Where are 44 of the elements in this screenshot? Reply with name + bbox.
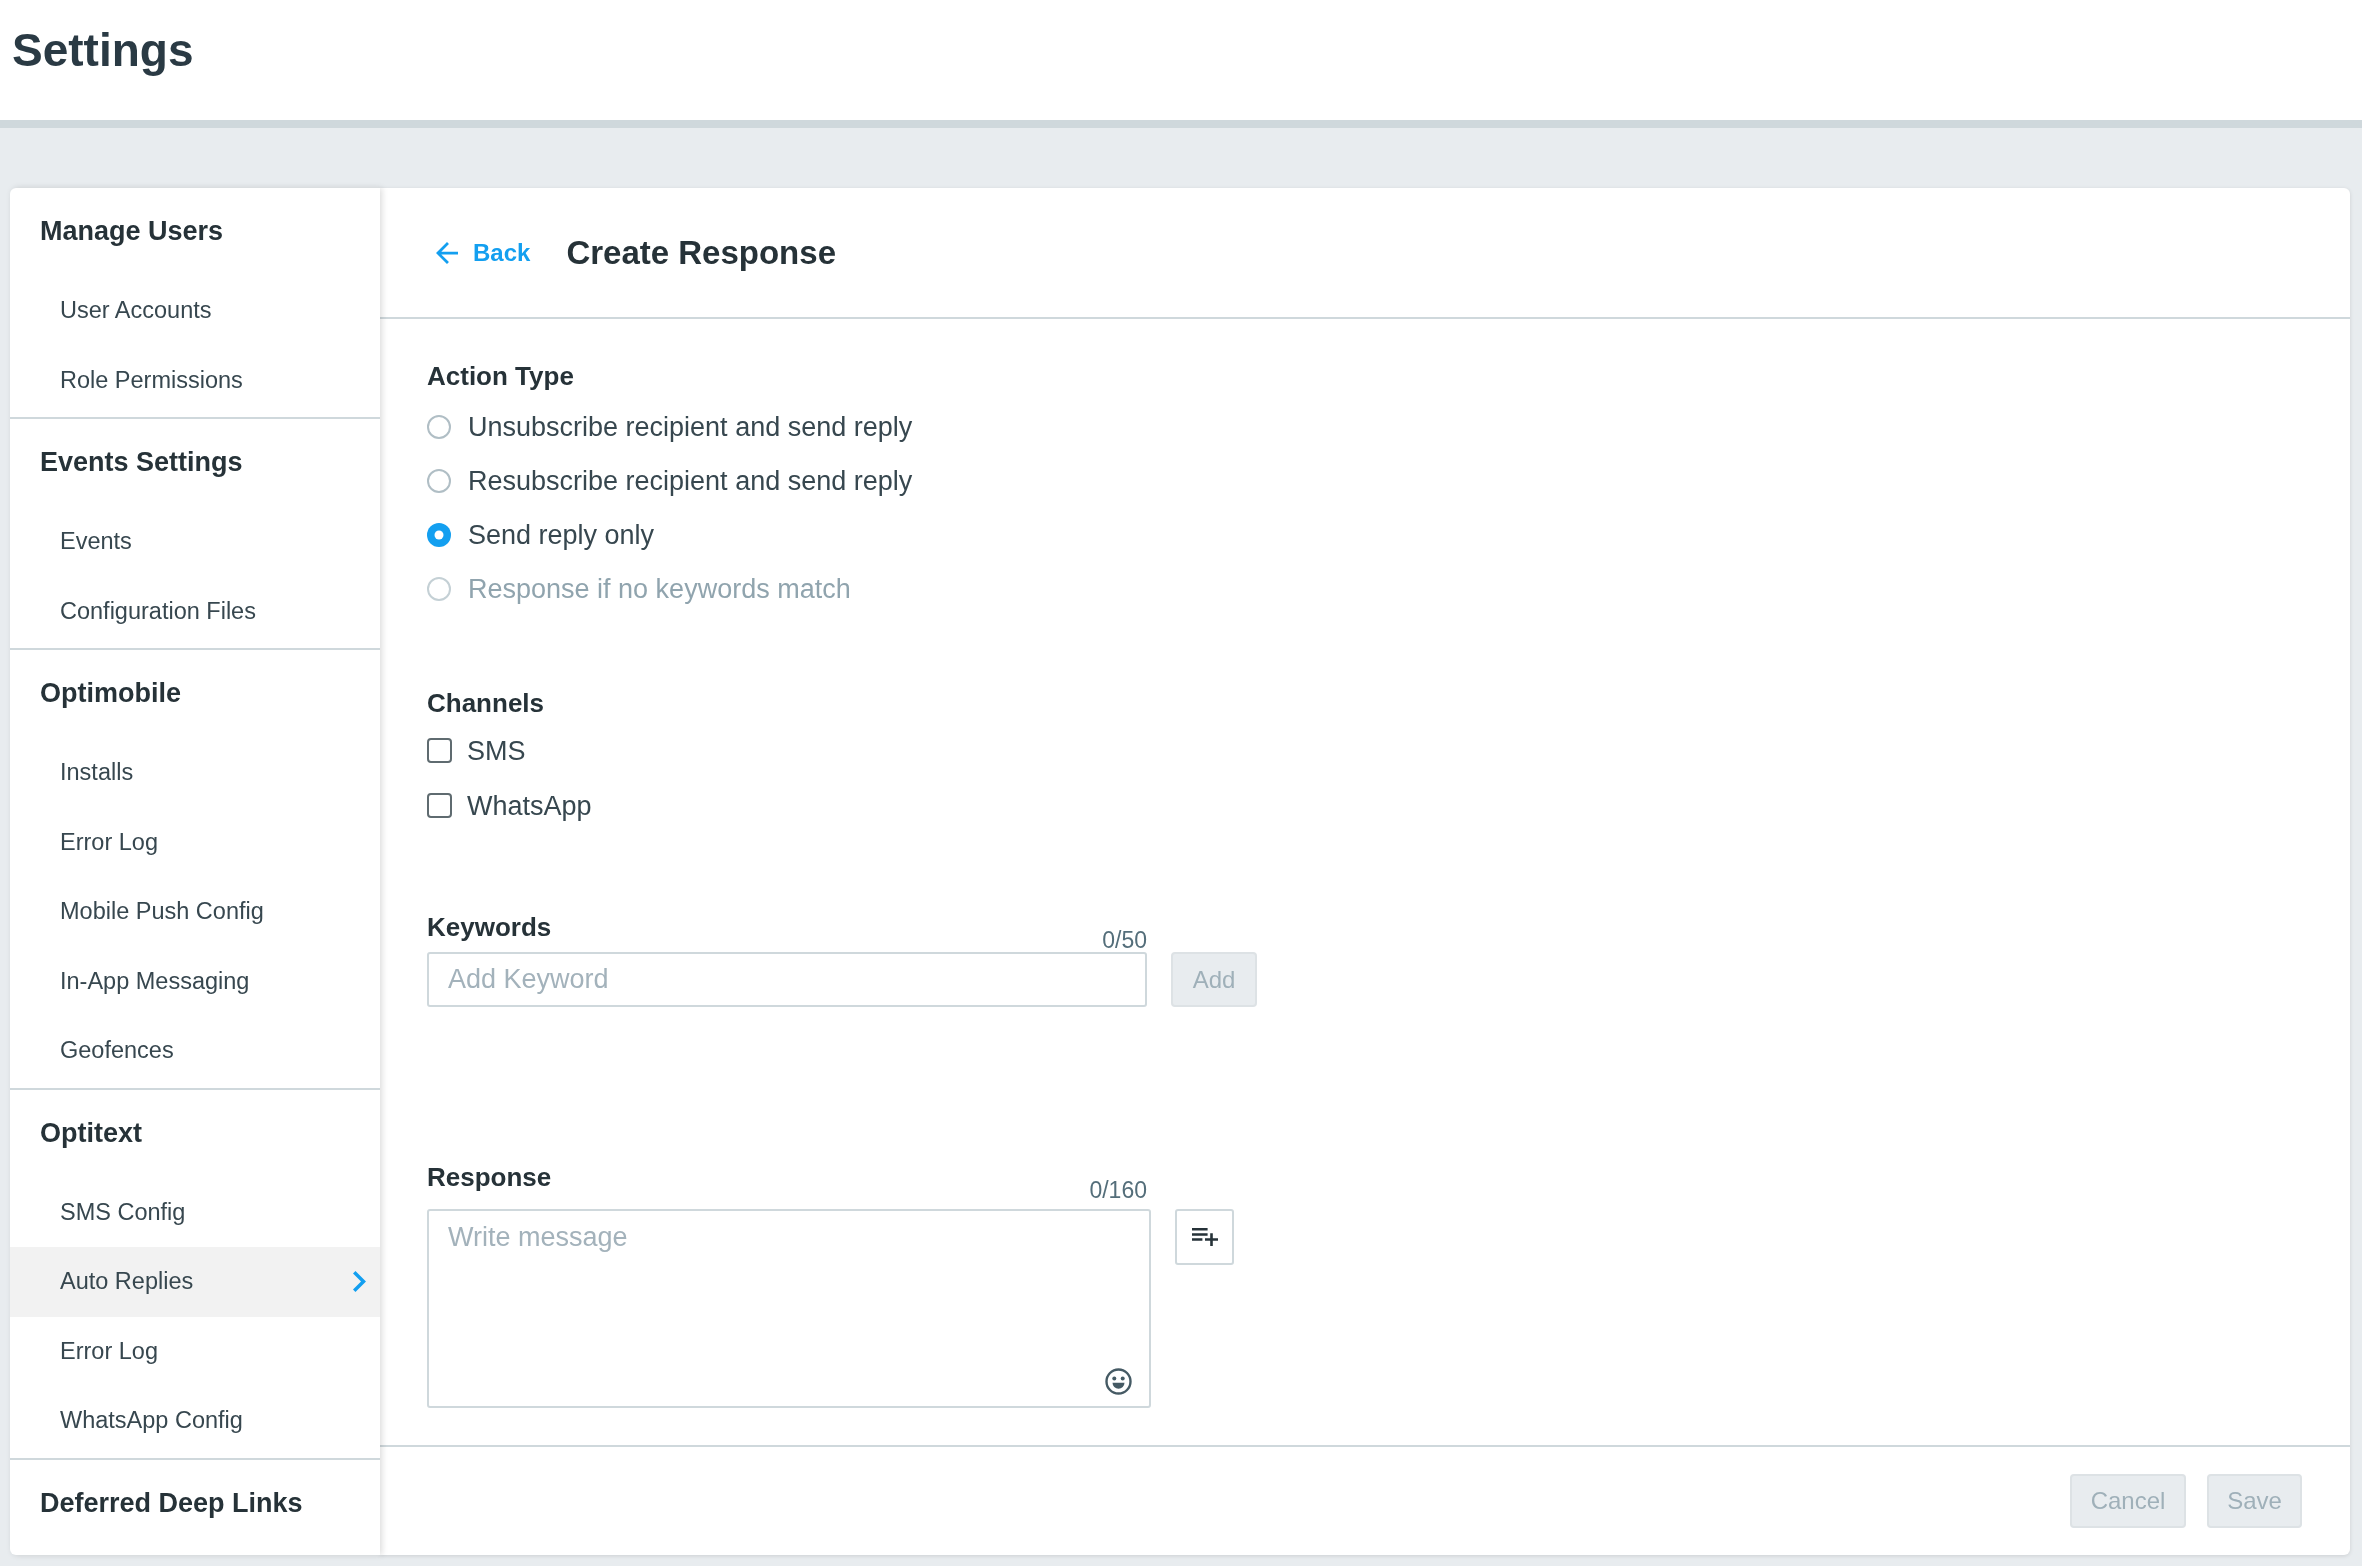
section-label: Response (427, 1161, 552, 1194)
sidebar-item[interactable]: Configuration Files (10, 576, 380, 646)
sidebar-heading: Optitext (40, 1116, 142, 1149)
sidebar-heading: Optimobile (40, 677, 181, 709)
section-label: Channels (427, 687, 545, 720)
sidebar-heading: Deferred Deep Links (40, 1486, 303, 1519)
sidebar-item[interactable]: Error Log (10, 807, 380, 877)
sidebar-item[interactable]: User Accounts (10, 276, 380, 346)
sidebar-item[interactable]: Role Permissions (10, 345, 380, 415)
list-plus-icon (1191, 1228, 1218, 1246)
arrow-left-icon (436, 241, 458, 264)
message-field[interactable]: Write message (427, 1209, 1151, 1408)
option-label: Resubscribe recipient and send reply (468, 465, 913, 498)
sidebar-item[interactable]: Geofences (10, 1016, 380, 1086)
insert-button[interactable] (1175, 1209, 1234, 1265)
section-label: Keywords (427, 911, 552, 944)
panel-title: Create Response (566, 233, 836, 272)
sidebar-item[interactable]: SMS Config (10, 1177, 380, 1247)
sidebar-item[interactable]: Mobile Push Config (10, 877, 380, 947)
sidebar-item[interactable]: WhatsApp Config (10, 1386, 380, 1456)
keyword-input[interactable]: Add Keyword (427, 952, 1147, 1007)
smiley-icon[interactable] (1105, 1368, 1132, 1395)
option-label: Send reply only (468, 519, 655, 552)
character-counter: 0/160 (1089, 1177, 1147, 1203)
radio-button[interactable] (427, 469, 451, 493)
sidebar-heading: Events Settings (40, 446, 243, 478)
checkbox[interactable] (427, 738, 452, 763)
page-title: Settings (12, 23, 194, 78)
sidebar-item[interactable]: In-App Messaging (10, 946, 380, 1016)
sidebar-item[interactable]: Events (10, 507, 380, 577)
character-counter: 0/50 (1102, 927, 1147, 953)
radio-button[interactable] (427, 523, 451, 547)
sidebar-item[interactable]: Installs (10, 738, 380, 808)
sidebar-item[interactable]: Error Log (10, 1316, 380, 1386)
option-label: Response if no keywords match (468, 573, 851, 606)
sidebar-item[interactable]: Auto Replies (10, 1247, 380, 1317)
checkbox[interactable] (427, 793, 452, 818)
radio-button[interactable] (427, 415, 451, 439)
chevron-right-icon (353, 1271, 366, 1293)
option-label: WhatsApp (467, 789, 592, 823)
sidebar-heading: Manage Users (40, 215, 224, 247)
option-label: SMS (467, 734, 526, 768)
option-label: Unsubscribe recipient and send reply (468, 411, 913, 444)
section-label: Action Type (427, 360, 574, 393)
